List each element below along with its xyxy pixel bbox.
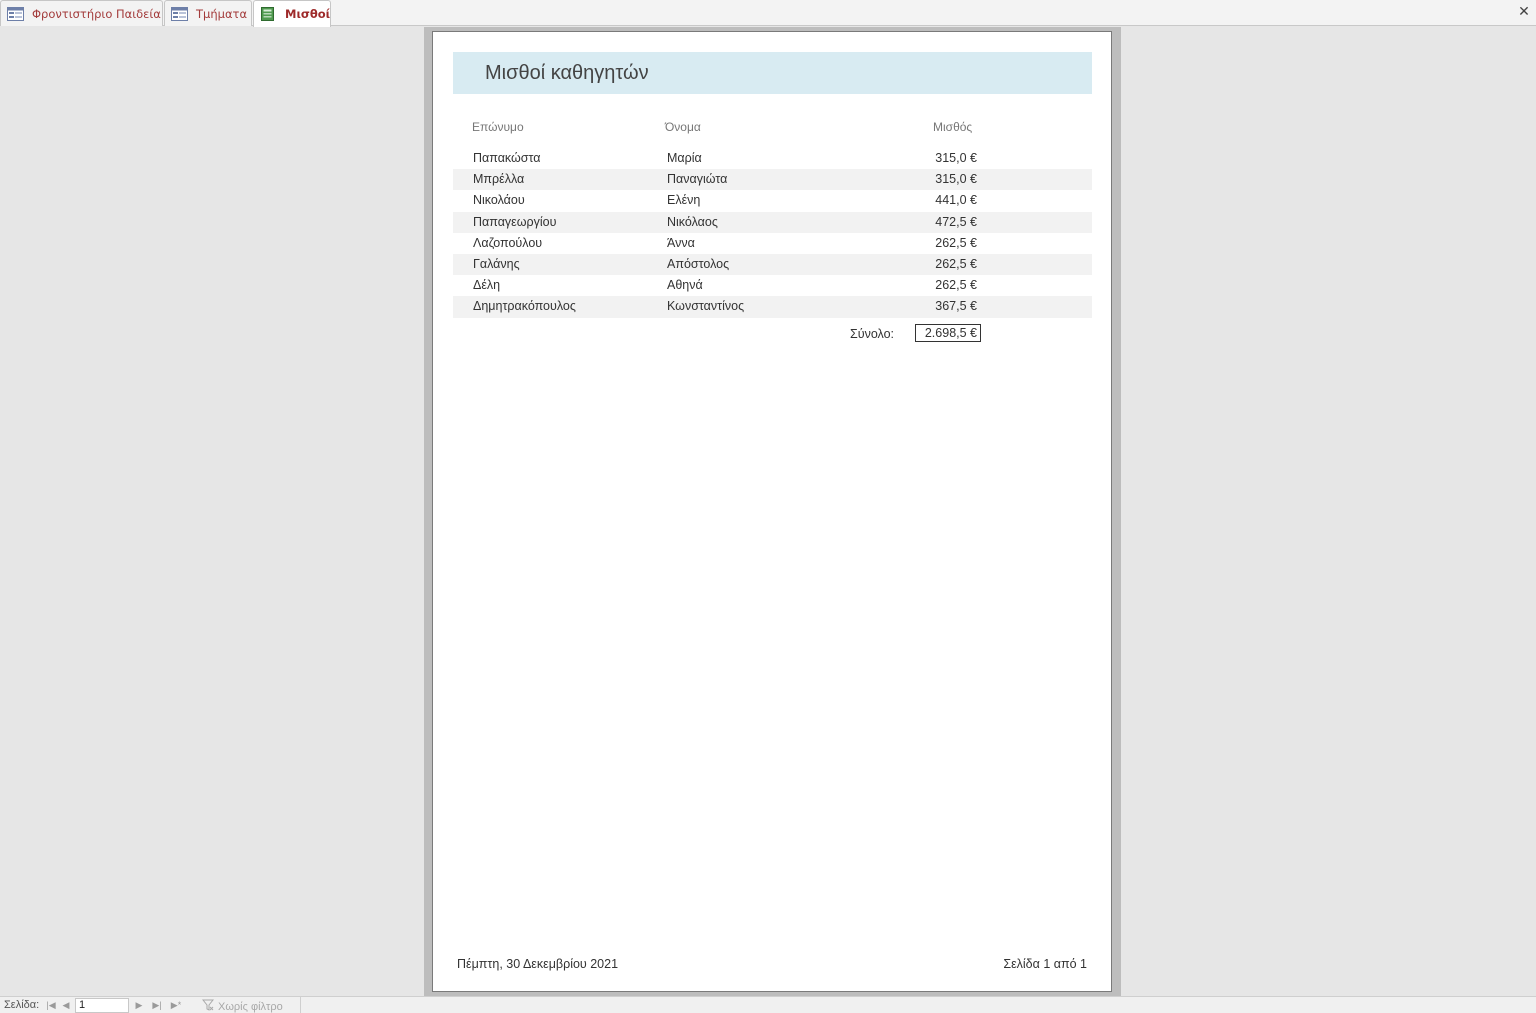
cell-last-name: Παπαγεωργίου <box>473 214 557 229</box>
tab-label: Μισθοί <box>285 7 331 21</box>
filter-icon <box>201 999 215 1011</box>
report-page: Μισθοί καθηγητών Επώνυμο Όνομα Μισθός Πα… <box>432 31 1112 992</box>
footer-page-number: Σελίδα 1 από 1 <box>1003 957 1087 971</box>
column-header-first-name: Όνομα <box>665 120 701 134</box>
column-header-salary: Μισθός <box>933 120 973 134</box>
page-label: Σελίδα: <box>4 999 40 1011</box>
new-record-icon[interactable]: ▶* <box>170 998 182 1012</box>
column-header-last-name: Επώνυμο <box>472 120 524 134</box>
tab-frontistirio-paideia[interactable]: Φροντιστήριο Παιδεία <box>0 0 163 26</box>
cell-salary: 262,5 € <box>935 278 977 293</box>
report-row: Μπρέλλα Παναγιώτα 315,0 € <box>453 169 1092 191</box>
cell-first-name: Αθηνά <box>667 278 703 293</box>
cell-salary: 315,0 € <box>935 172 977 187</box>
cell-salary: 262,5 € <box>935 256 977 271</box>
form-icon <box>171 6 188 21</box>
form-icon <box>7 6 24 21</box>
page-number-input[interactable]: 1 <box>75 998 129 1013</box>
cell-salary: 472,5 € <box>935 214 977 229</box>
cell-first-name: Παναγιώτα <box>667 172 728 187</box>
cell-first-name: Ελένη <box>667 193 701 208</box>
divider <box>300 997 301 1013</box>
tab-misthoi[interactable]: Μισθοί <box>253 0 331 27</box>
report-row: Παπακώστα Μαρία 315,0 € <box>453 148 1092 169</box>
cell-last-name: Μπρέλλα <box>473 172 525 187</box>
first-page-icon[interactable]: |◀ <box>45 998 57 1012</box>
cell-first-name: Απόστολος <box>667 256 730 271</box>
print-preview-area: Μισθοί καθηγητών Επώνυμο Όνομα Μισθός Πα… <box>0 27 1536 996</box>
tab-label: Φροντιστήριο Παιδεία <box>32 6 161 21</box>
report-row: Δημητρακόπουλος Κωνσταντίνος 367,5 € <box>453 296 1092 318</box>
cell-first-name: Νικόλαος <box>667 214 718 229</box>
last-page-icon[interactable]: ▶| <box>151 998 163 1012</box>
cell-salary: 262,5 € <box>935 235 977 250</box>
footer-date: Πέμπτη, 30 Δεκεμβρίου 2021 <box>457 957 619 971</box>
cell-salary: 441,0 € <box>935 193 977 208</box>
record-navigation-bar: Σελίδα: |◀ ◀ 1 ▶ ▶| ▶* Χωρίς φίλτρο <box>0 996 1536 1013</box>
close-icon[interactable]: ✕ <box>1516 4 1532 20</box>
cell-last-name: Παπακώστα <box>473 151 541 165</box>
cell-first-name: Μαρία <box>667 151 702 165</box>
cell-last-name: Δέλη <box>473 278 501 293</box>
tab-label: Τμήματα <box>196 6 248 21</box>
report-row: Δέλη Αθηνά 262,5 € <box>453 275 1092 296</box>
document-tab-bar: Φροντιστήριο Παιδεία Τμήματα Μισθοί ✕ <box>0 0 1536 27</box>
report-title: Μισθοί καθηγητών <box>485 62 649 84</box>
report-header-band: Μισθοί καθηγητών <box>453 52 1092 94</box>
cell-last-name: Νικολάου <box>473 193 525 208</box>
cell-salary: 315,0 € <box>935 151 977 165</box>
next-page-icon[interactable]: ▶ <box>133 998 145 1012</box>
report-icon <box>260 7 277 21</box>
report-row: Παπαγεωργίου Νικόλαος 472,5 € <box>453 211 1092 233</box>
cell-salary: 367,5 € <box>935 299 977 314</box>
report-row: Νικολάου Ελένη 441,0 € <box>453 190 1092 211</box>
filter-label: Χωρίς φίλτρο <box>218 1001 283 1013</box>
cell-last-name: Δημητρακόπουλος <box>473 299 576 314</box>
report-rows: Παπακώστα Μαρία 315,0 € Μπρέλλα Παναγιώτ… <box>453 148 1092 318</box>
report-row: Λαζοπούλου Άννα 262,5 € <box>453 233 1092 254</box>
filter-status[interactable]: Χωρίς φίλτρο <box>201 999 283 1013</box>
total-label: Σύνολο: <box>850 327 895 341</box>
cell-last-name: Γαλάνης <box>473 256 520 271</box>
report-row: Γαλάνης Απόστολος 262,5 € <box>453 253 1092 276</box>
previous-page-icon[interactable]: ◀ <box>60 998 72 1012</box>
cell-last-name: Λαζοπούλου <box>473 235 543 250</box>
total-value: 2.698,5 € <box>915 324 981 342</box>
cell-first-name: Άννα <box>667 235 695 250</box>
cell-first-name: Κωνσταντίνος <box>667 299 745 314</box>
tab-tmimata[interactable]: Τμήματα <box>164 0 252 26</box>
